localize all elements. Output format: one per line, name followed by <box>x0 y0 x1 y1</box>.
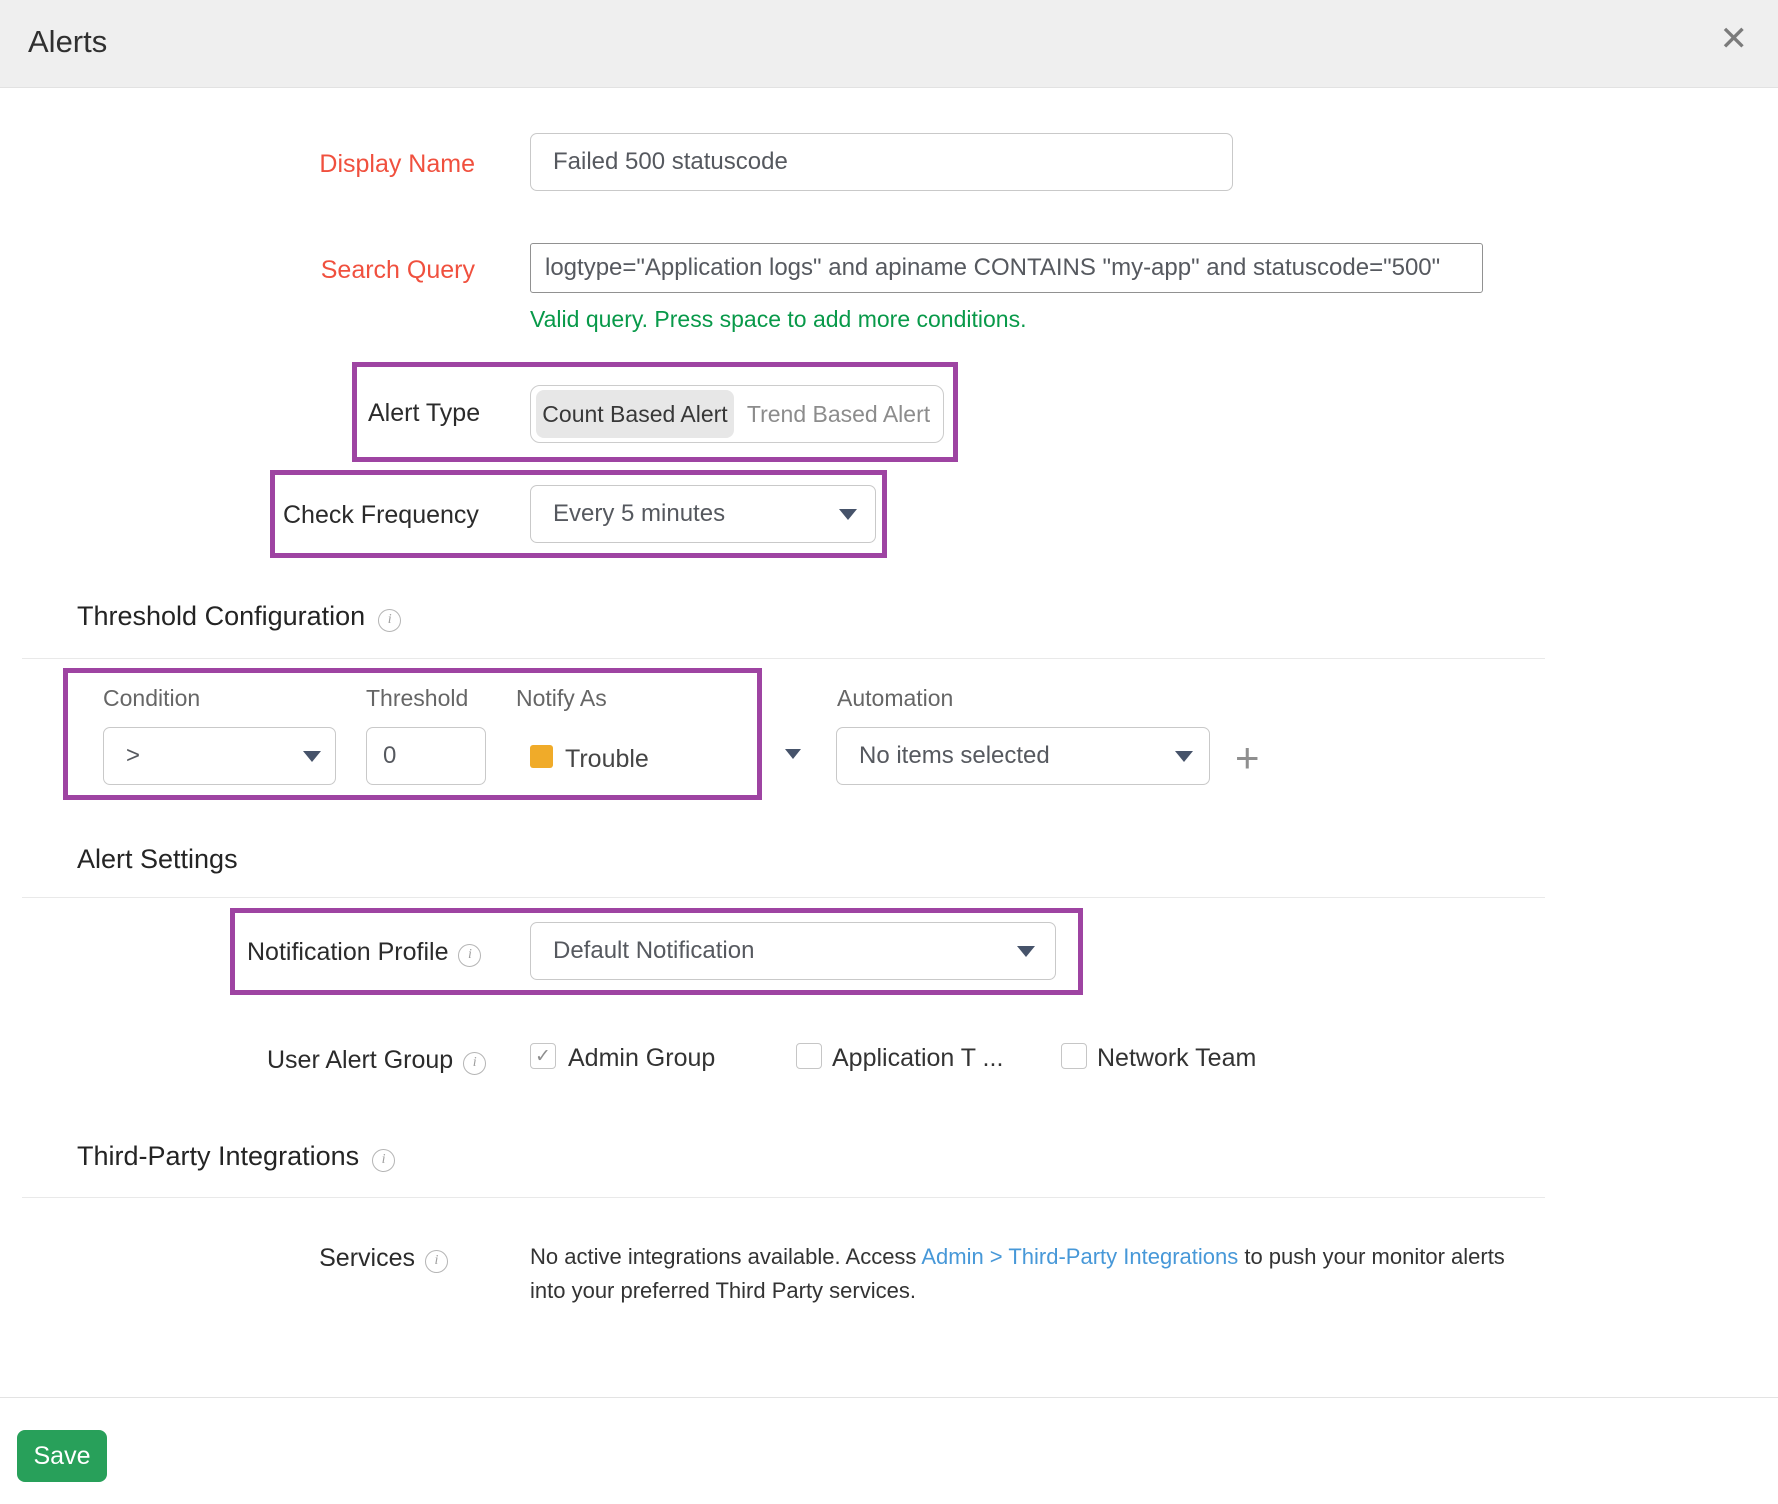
display-name-input[interactable] <box>530 133 1233 191</box>
check-icon: ✓ <box>535 1045 551 1068</box>
automation-value: No items selected <box>859 742 1050 770</box>
save-button[interactable]: Save <box>17 1430 107 1482</box>
info-icon[interactable]: i <box>425 1250 448 1273</box>
threshold-config-title-text: Threshold Configuration <box>77 601 365 631</box>
user-alert-group-option-admin[interactable]: Admin Group <box>568 1044 715 1073</box>
alerts-dialog: Alerts ✕ Display Name Search Query Valid… <box>0 0 1778 1504</box>
alert-type-option-trend-based[interactable]: Trend Based Alert <box>734 390 943 438</box>
notification-profile-label: Notification Profile i <box>247 938 481 969</box>
services-text: No active integrations available. Access… <box>530 1240 1650 1308</box>
dialog-title: Alerts <box>28 24 107 60</box>
chevron-down-icon <box>1175 751 1193 762</box>
section-divider <box>22 1197 1545 1198</box>
third-party-integrations-title: Third-Party Integrations i <box>77 1141 395 1174</box>
search-query-input[interactable] <box>530 243 1483 293</box>
user-alert-group-option-network[interactable]: Network Team <box>1097 1044 1256 1073</box>
check-frequency-value: Every 5 minutes <box>553 500 725 528</box>
threshold-input[interactable] <box>366 727 486 785</box>
threshold-column-label: Threshold <box>366 685 468 712</box>
alert-settings-title: Alert Settings <box>77 844 238 875</box>
admin-integrations-link[interactable]: Admin > Third-Party Integrations <box>921 1244 1238 1269</box>
condition-dropdown[interactable]: > <box>103 727 336 785</box>
condition-column-label: Condition <box>103 685 200 712</box>
automation-column-label: Automation <box>837 685 953 712</box>
notify-as-value[interactable]: Trouble <box>565 745 649 774</box>
section-divider <box>22 658 1545 659</box>
chevron-down-icon <box>1017 946 1035 957</box>
notification-profile-dropdown[interactable]: Default Notification <box>530 922 1056 980</box>
notify-as-color-swatch <box>530 745 553 768</box>
condition-value: > <box>126 742 140 770</box>
services-label: Services i <box>0 1244 448 1275</box>
notify-as-column-label: Notify As <box>516 685 607 712</box>
query-validation-message: Valid query. Press space to add more con… <box>530 306 1026 333</box>
third-party-integrations-title-text: Third-Party Integrations <box>77 1141 359 1171</box>
user-alert-group-checkbox-application[interactable] <box>796 1043 822 1069</box>
notification-profile-value: Default Notification <box>553 937 754 965</box>
user-alert-group-checkbox-admin[interactable]: ✓ <box>530 1043 556 1069</box>
services-text-after-link: to push your monitor alerts <box>1238 1244 1505 1269</box>
alert-type-toggle: Count Based Alert Trend Based Alert <box>530 385 944 443</box>
section-divider <box>22 897 1545 898</box>
dialog-header <box>0 0 1778 88</box>
user-alert-group-option-application[interactable]: Application T ... <box>832 1044 1003 1073</box>
check-frequency-label: Check Frequency <box>283 501 479 530</box>
info-icon[interactable]: i <box>463 1052 486 1075</box>
alert-type-label: Alert Type <box>368 399 480 428</box>
services-text-line2: into your preferred Third Party services… <box>530 1274 1650 1308</box>
automation-dropdown[interactable]: No items selected <box>836 727 1210 785</box>
threshold-config-title: Threshold Configuration i <box>77 601 401 634</box>
user-alert-group-label: User Alert Group i <box>267 1046 486 1077</box>
check-frequency-dropdown[interactable]: Every 5 minutes <box>530 485 876 543</box>
chevron-down-icon <box>839 509 857 520</box>
search-query-label: Search Query <box>0 256 475 285</box>
user-alert-group-label-text: User Alert Group <box>267 1046 453 1074</box>
user-alert-group-checkbox-network[interactable] <box>1061 1043 1087 1069</box>
close-icon[interactable]: ✕ <box>1720 22 1749 56</box>
services-label-text: Services <box>319 1244 415 1272</box>
services-text-before-link: No active integrations available. Access <box>530 1244 921 1269</box>
add-threshold-button[interactable]: + <box>1235 737 1260 779</box>
footer-divider <box>0 1397 1778 1398</box>
alert-type-option-count-based[interactable]: Count Based Alert <box>536 390 734 438</box>
info-icon[interactable]: i <box>378 609 401 632</box>
display-name-label: Display Name <box>0 150 475 179</box>
chevron-down-icon <box>303 751 321 762</box>
notify-as-chevron-down-icon[interactable] <box>785 749 801 759</box>
notification-profile-label-text: Notification Profile <box>247 938 448 966</box>
info-icon[interactable]: i <box>372 1149 395 1172</box>
info-icon[interactable]: i <box>458 944 481 967</box>
